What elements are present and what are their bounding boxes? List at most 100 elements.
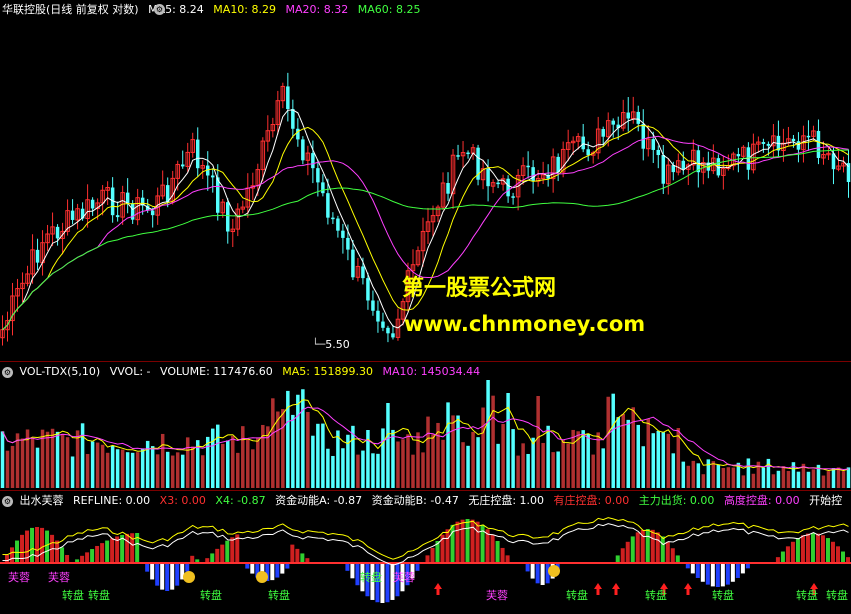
volume-bar bbox=[641, 446, 646, 488]
volume-bar bbox=[221, 443, 225, 488]
volume-bar bbox=[606, 396, 610, 488]
volume-bar bbox=[626, 419, 630, 488]
volume-bar bbox=[771, 474, 776, 488]
indicator-bar bbox=[445, 529, 450, 563]
price-panel[interactable]: 华联控股(日线 前复权 对数) MA5: 8.24 MA10: 8.29 MA2… bbox=[0, 0, 851, 361]
volume-bar bbox=[466, 445, 470, 488]
settings-gear-icon[interactable]: ⚙ bbox=[2, 495, 13, 507]
volume-bar bbox=[806, 471, 811, 488]
signal-label: 转盘 bbox=[88, 589, 110, 602]
candle-body bbox=[326, 193, 330, 218]
indicator-bar bbox=[145, 563, 150, 572]
volume-bar bbox=[716, 464, 721, 488]
indicator-bar bbox=[355, 563, 360, 586]
volume-bar bbox=[721, 467, 726, 488]
fund-a-label: 资金动能A: -0.87 bbox=[275, 494, 363, 507]
indicator-bar bbox=[95, 545, 100, 563]
signal-label: 转盘 bbox=[268, 589, 290, 602]
volume-bar bbox=[691, 460, 696, 488]
candle-body bbox=[296, 128, 300, 140]
vol-ma5-label: MA5: 151899.30 bbox=[282, 365, 373, 378]
indicator-bar bbox=[715, 563, 720, 587]
volume-bar bbox=[701, 474, 706, 488]
indicator-panel[interactable]: ⚙ 出水芙蓉 REFLINE: 0.00 X3: 0.00 X4: -0.87 … bbox=[0, 490, 851, 614]
candle-body bbox=[195, 139, 200, 169]
x4-label: X4: -0.87 bbox=[215, 494, 266, 507]
volume-bar bbox=[376, 453, 380, 488]
volume-bar bbox=[786, 470, 791, 488]
indicator-bar bbox=[90, 549, 95, 563]
candle-body bbox=[386, 327, 390, 334]
volume-bar bbox=[331, 455, 335, 488]
candle-body bbox=[766, 143, 771, 146]
indicator-bar bbox=[5, 554, 10, 563]
volume-bar bbox=[256, 438, 260, 488]
volume-bar bbox=[451, 415, 455, 488]
indicator-bar bbox=[730, 563, 735, 582]
indicator-bar bbox=[690, 563, 695, 574]
indicator-bar bbox=[815, 533, 820, 563]
volume-bar bbox=[125, 452, 130, 488]
indicator-title: 出水芙蓉 bbox=[19, 494, 64, 507]
volume-bar bbox=[185, 437, 190, 488]
volume-bar bbox=[511, 429, 515, 488]
volume-bar bbox=[336, 430, 340, 488]
indicator-bar bbox=[10, 547, 15, 563]
volume-bar bbox=[321, 423, 325, 488]
volume-bar bbox=[686, 465, 691, 488]
volume-bar bbox=[35, 447, 40, 488]
indicator-bar bbox=[840, 551, 845, 563]
indicator-bar bbox=[425, 555, 430, 563]
volume-bar bbox=[271, 398, 275, 488]
candle-body bbox=[286, 86, 290, 110]
candle-body bbox=[791, 138, 796, 142]
candle-body bbox=[466, 152, 470, 155]
indicator-bar bbox=[620, 548, 625, 563]
volume-bar bbox=[361, 450, 365, 488]
volume-bar bbox=[446, 402, 450, 488]
volume-bar bbox=[541, 442, 545, 488]
indicator-bar bbox=[645, 529, 650, 563]
candle-body bbox=[511, 196, 515, 198]
volume-bar bbox=[341, 448, 345, 488]
candle-body bbox=[651, 139, 656, 150]
ma60-label: MA60: 8.25 bbox=[357, 3, 421, 16]
volume-bar bbox=[711, 461, 716, 488]
indicator-bar bbox=[280, 563, 285, 574]
volume-bar bbox=[95, 442, 100, 488]
indicator-bar bbox=[465, 519, 470, 563]
volume-bar bbox=[836, 467, 841, 488]
settings-gear-icon[interactable]: ⚙ bbox=[2, 366, 13, 378]
candle-body bbox=[581, 136, 585, 150]
indicator-bar bbox=[735, 563, 740, 578]
indicator-bar bbox=[110, 538, 115, 563]
volume-bar bbox=[431, 434, 435, 488]
indicator-bar bbox=[250, 563, 255, 574]
indicator-bar bbox=[830, 541, 835, 563]
volume-bar bbox=[326, 448, 330, 488]
indicator-header: ⚙ 出水芙蓉 REFLINE: 0.00 X3: 0.00 X4: -0.87 … bbox=[2, 493, 848, 509]
indicator-bar bbox=[450, 524, 455, 563]
low-arrow: └─ bbox=[312, 338, 326, 351]
volume-bar bbox=[611, 393, 615, 488]
settings-gear-icon[interactable]: ⚙ bbox=[154, 4, 165, 15]
volume-bar bbox=[571, 429, 575, 488]
indicator-bar bbox=[650, 529, 655, 563]
volume-bar bbox=[145, 440, 150, 488]
volume-bar bbox=[671, 453, 676, 488]
candle-body bbox=[796, 141, 801, 150]
volume-chart[interactable] bbox=[0, 362, 851, 490]
indicator-bar bbox=[670, 548, 675, 563]
candlestick-chart[interactable] bbox=[0, 0, 851, 361]
volume-bar bbox=[85, 453, 90, 488]
volume-bar bbox=[696, 463, 701, 488]
signal-label: 转盘 bbox=[62, 589, 84, 602]
low-price-label: └─5.50 bbox=[312, 338, 350, 351]
indicator-bar bbox=[535, 563, 540, 584]
volume-bar bbox=[55, 431, 60, 488]
candle-body bbox=[316, 168, 320, 183]
candle-body bbox=[391, 333, 395, 338]
candle-body bbox=[366, 278, 370, 301]
volume-panel[interactable]: ⚙ VOL-TDX(5,10) VVOL: - VOLUME: 117476.6… bbox=[0, 361, 851, 490]
candle-body bbox=[90, 199, 95, 209]
